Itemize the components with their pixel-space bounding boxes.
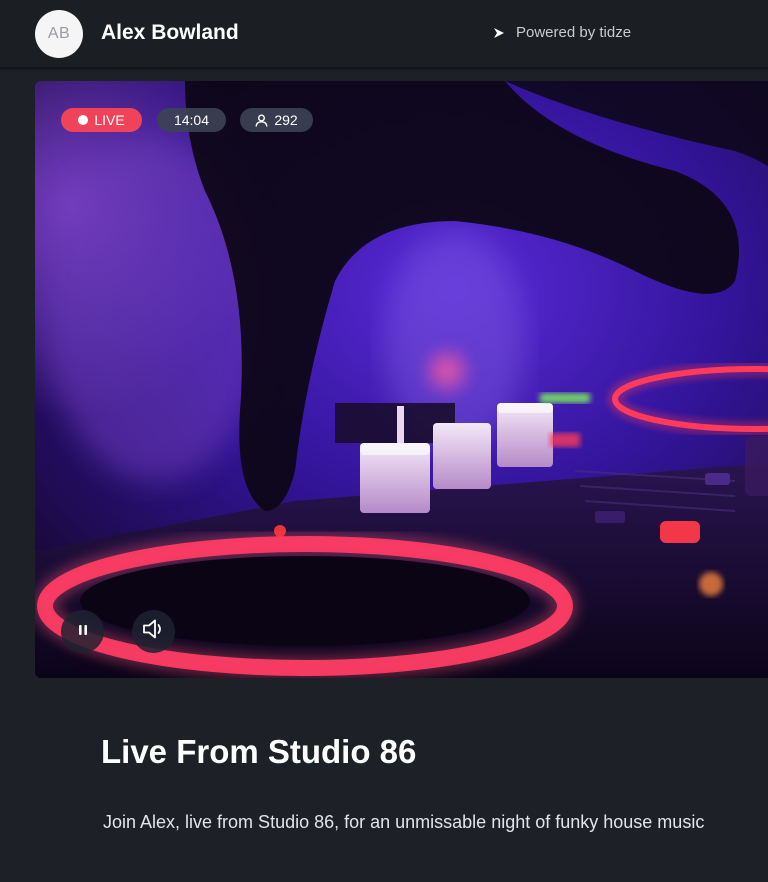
powered-by-text: Powered by tidze [516, 24, 632, 41]
header-bar: AB Alex Bowland Powered by tidze [0, 0, 768, 68]
live-label: LIVE [94, 112, 125, 128]
viewer-count: 292 [274, 112, 298, 128]
powered-by-link[interactable]: Powered by tidze [493, 24, 631, 41]
volume-icon [142, 618, 166, 645]
pause-icon [78, 623, 88, 641]
host-name: Alex Bowland [101, 21, 239, 44]
user-icon [255, 114, 268, 127]
volume-button[interactable] [132, 610, 175, 653]
avatar[interactable]: AB [35, 10, 83, 58]
live-badge: LIVE [61, 108, 142, 132]
stream-title: Live From Studio 86 [101, 733, 417, 770]
stream-page: AB Alex Bowland Powered by tidze LIVE 14… [0, 0, 768, 882]
pause-button[interactable] [61, 610, 104, 653]
elapsed-time-badge: 14:04 [157, 108, 226, 132]
video-frame [35, 81, 768, 678]
elapsed-time: 14:04 [173, 112, 210, 128]
video-player[interactable]: LIVE 14:04 292 [35, 81, 768, 678]
viewer-count-badge: 292 [240, 108, 313, 132]
play-icon [493, 27, 505, 39]
stream-description: Join Alex, live from Studio 86, for an u… [103, 812, 705, 832]
live-dot-icon [78, 115, 89, 125]
